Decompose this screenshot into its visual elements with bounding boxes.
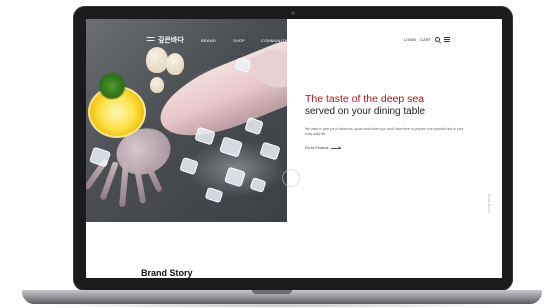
arrow-right-icon	[331, 147, 342, 149]
ice-cube	[179, 156, 199, 176]
ice-cube	[244, 116, 264, 136]
brand-name: 깊은바다	[158, 37, 184, 44]
nav-brand[interactable]: BRAND	[201, 38, 216, 43]
laptop-shadow	[40, 303, 510, 308]
hero-subheadline: served on your dining table	[305, 106, 426, 117]
website-screen: 깊은바다 BRAND SHOP COMMUNITY LOGIN CART The…	[86, 19, 502, 278]
login-link[interactable]: LOGIN	[404, 37, 416, 42]
ice-cube	[204, 186, 224, 204]
menu-icon[interactable]	[444, 37, 450, 42]
go-to-product-link[interactable]: Go to Product	[305, 146, 342, 150]
garlic-clove	[146, 47, 168, 73]
nav-shop[interactable]: SHOP	[233, 38, 245, 43]
scroll-indicator	[282, 169, 300, 187]
camera-icon	[291, 11, 295, 15]
hero-headline: The taste of the deep sea	[305, 93, 425, 105]
section-title: Brand Story	[141, 268, 193, 278]
squid-tentacle	[119, 161, 129, 208]
garlic-clove	[150, 77, 164, 93]
cart-link[interactable]: CART	[420, 37, 431, 42]
ice-cube	[259, 141, 281, 161]
herb-garnish	[98, 72, 126, 100]
ice-cube	[249, 177, 267, 193]
ice-cube	[223, 166, 247, 188]
nav-community[interactable]: COMMUNITY	[261, 38, 287, 43]
ice-cube	[219, 136, 243, 158]
laptop-notch	[252, 290, 292, 294]
search-icon[interactable]	[435, 37, 440, 42]
scroll-down-label: Scroll Down	[487, 194, 491, 213]
hero-description: We want to give you a delicious, quick m…	[305, 127, 464, 136]
wave-icon	[146, 36, 155, 44]
cta-label: Go to Product	[305, 146, 329, 150]
brand-logo[interactable]: 깊은바다	[146, 35, 184, 45]
ice-cube	[88, 146, 112, 168]
utility-nav: LOGIN CART	[404, 37, 450, 42]
garlic-clove	[166, 53, 184, 75]
hero-photo	[86, 19, 287, 222]
